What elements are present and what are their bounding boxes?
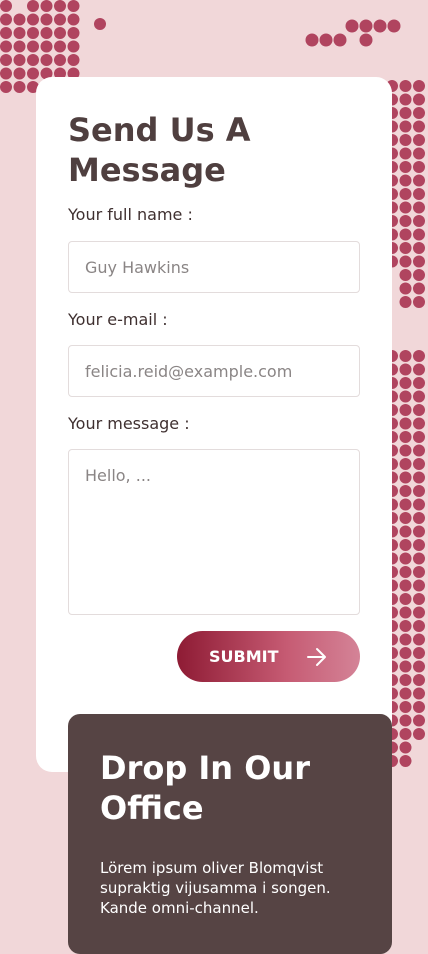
name-input[interactable] <box>68 241 360 293</box>
form-title: Send Us A Message <box>68 111 251 189</box>
submit-button-label: SUBMIT <box>209 647 279 666</box>
office-description: Lörem ipsum oliver Blomqvist supraktig v… <box>100 859 331 917</box>
submit-button[interactable]: SUBMIT <box>177 631 360 682</box>
dot-pattern-right-lower <box>386 350 425 767</box>
office-title: Drop In Our Office <box>100 749 310 827</box>
name-label: Your full name : <box>68 205 193 224</box>
email-label: Your e-mail : <box>68 310 168 329</box>
arrow-right-icon <box>306 647 328 667</box>
dot-pattern-right-upper <box>386 80 425 308</box>
message-textarea[interactable] <box>68 449 360 615</box>
dot-pattern-top-right <box>305 19 401 47</box>
email-input[interactable] <box>68 345 360 397</box>
message-label: Your message : <box>68 414 190 433</box>
